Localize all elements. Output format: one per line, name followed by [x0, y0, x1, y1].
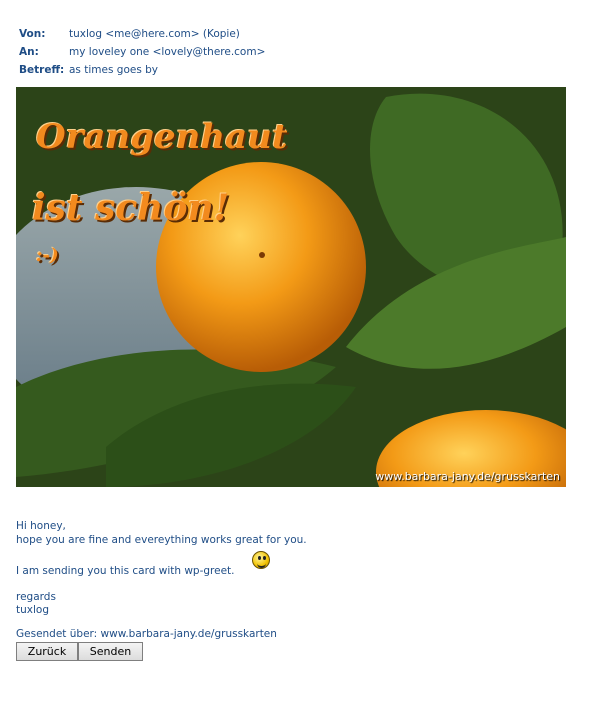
regards-text: regards: [16, 591, 56, 603]
card-title-line2: ist schön!: [32, 187, 230, 229]
greeting-card-image: Orangenhaut ist schön! :-) www.barbara-j…: [16, 87, 566, 487]
subject-label: Betreff:: [19, 64, 65, 76]
mail-header: Von: tuxlog <me@here.com> (Kopie) An: my…: [19, 25, 265, 79]
to-value: my loveley one <lovely@there.com>: [69, 46, 266, 58]
card-credit: www.barbara-jany.de/grusskarten: [375, 470, 560, 483]
to-row: An: my loveley one <lovely@there.com>: [19, 43, 265, 61]
signature-text: tuxlog: [16, 604, 49, 616]
subject-value: as times goes by: [69, 64, 159, 76]
message-line1: hope you are fine and evereything works …: [16, 534, 307, 546]
to-label: An:: [19, 46, 39, 58]
smiley-mouth-icon: [257, 562, 266, 568]
message-line2: I am sending you this card with wp-greet…: [16, 565, 235, 577]
orange-stem-spot: [259, 252, 265, 258]
smiley-eye-icon: [258, 556, 261, 560]
card-title-line1: Orangenhaut: [36, 117, 288, 157]
greeting-text: Hi honey,: [16, 520, 66, 532]
card-smiley-text: :-): [36, 245, 59, 266]
send-button[interactable]: Senden: [78, 642, 143, 661]
back-button[interactable]: Zurück: [16, 642, 78, 661]
sent-via-text: Gesendet über: www.barbara-jany.de/gruss…: [16, 628, 277, 640]
from-row: Von: tuxlog <me@here.com> (Kopie): [19, 25, 265, 43]
grinning-smiley-icon: [252, 551, 270, 569]
smiley-eye-icon: [263, 556, 266, 560]
from-value: tuxlog <me@here.com> (Kopie): [69, 28, 240, 40]
subject-row: Betreff: as times goes by: [19, 61, 265, 79]
from-label: Von:: [19, 28, 46, 40]
